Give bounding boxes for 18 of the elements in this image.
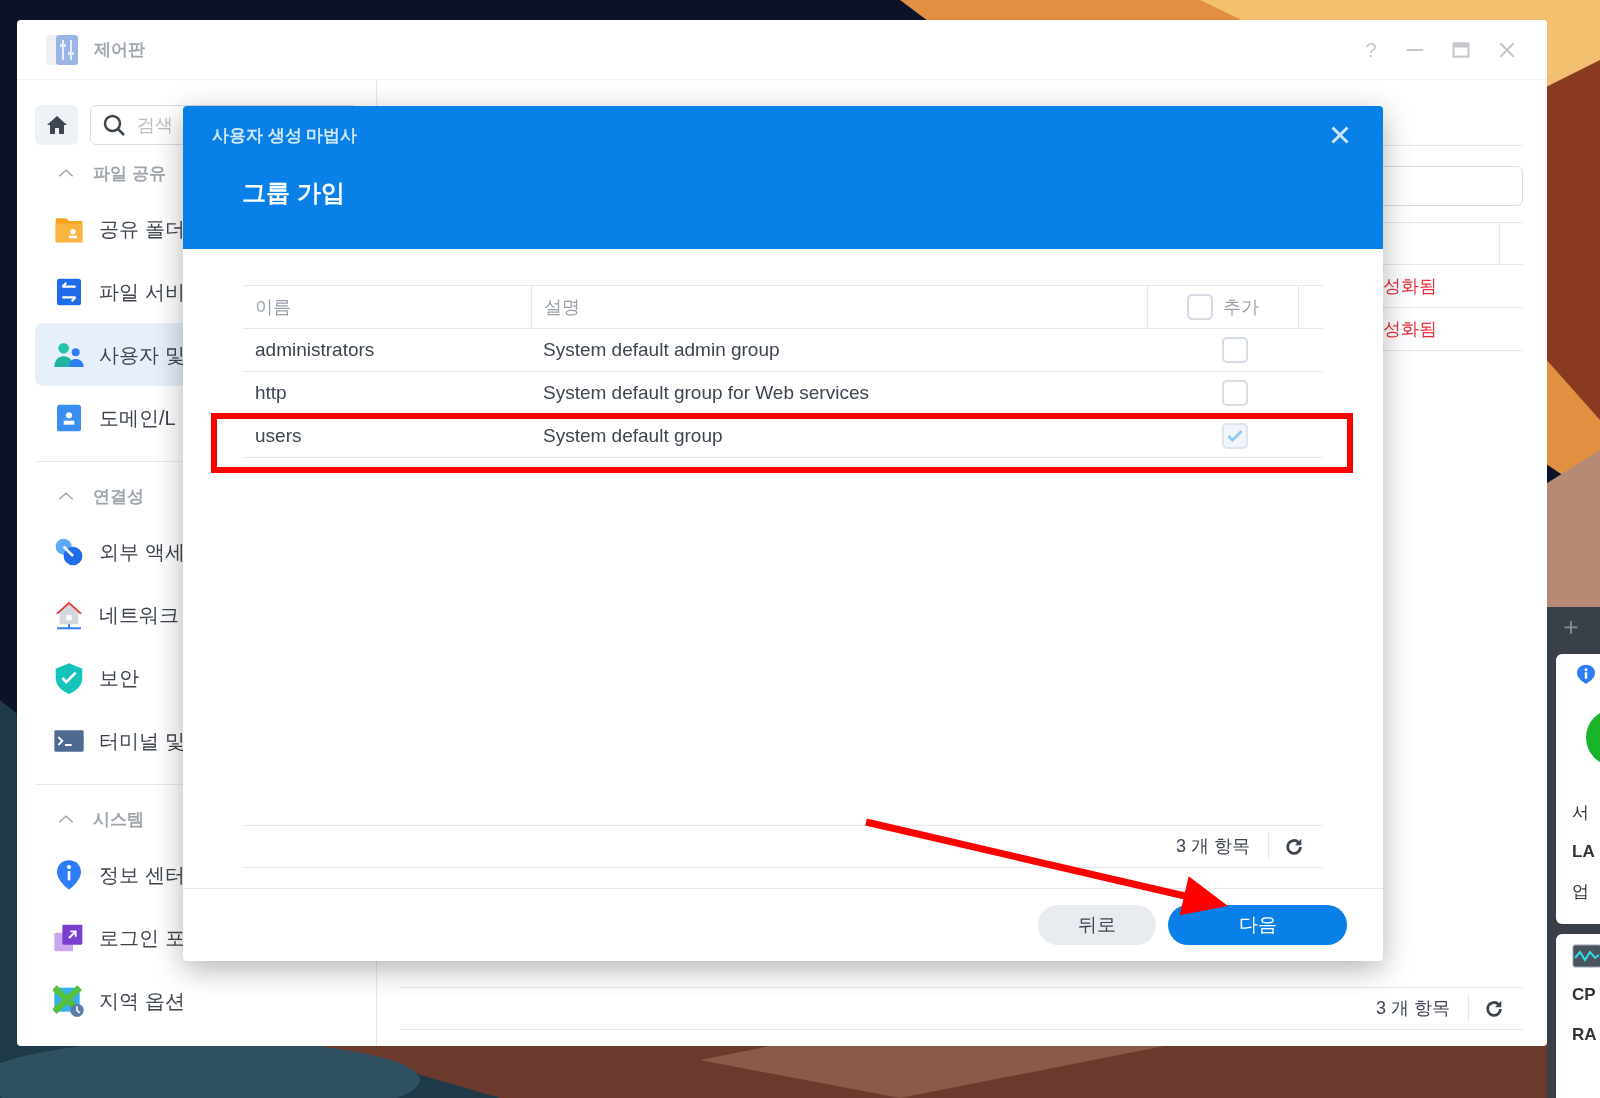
group-description: System default admin group [542,337,781,362]
item-count: 3 개 항목 [1376,995,1469,1022]
group-name: http [254,380,288,405]
group-description: System default group [542,423,724,448]
group-name: administrators [254,337,376,362]
widget-text: RA [1572,1023,1597,1046]
widget-text: 업 [1572,880,1589,903]
group-description: System default group for Web services [542,380,870,405]
dialog-title: 사용자 생성 마법사 [212,125,358,147]
dialog-heading: 그룹 가입 [242,177,345,208]
window-title: 제어판 [94,38,145,61]
widget-text: CP [1572,984,1596,1007]
status-text: 성화됨 [1383,274,1437,298]
status-text: 성화됨 [1383,317,1437,341]
widget-text: LA [1572,841,1595,864]
widget-text: 서 [1572,801,1589,824]
item-count: 3 개 항목 [1176,833,1269,860]
group-name: users [254,423,303,448]
